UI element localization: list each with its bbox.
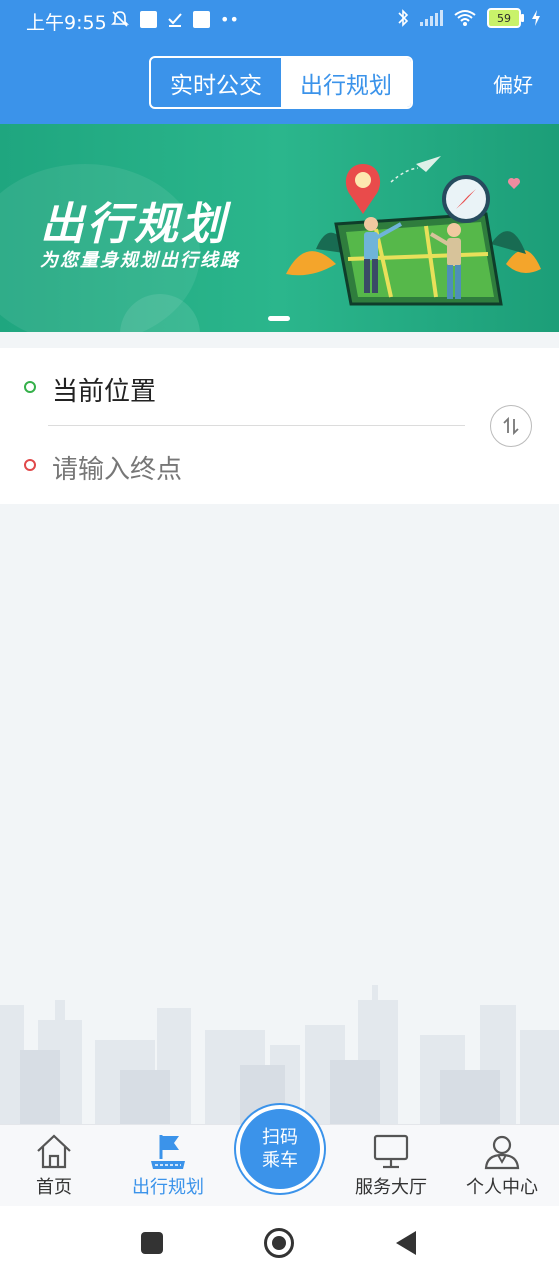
status-time: 上午9:55 (26, 12, 107, 34)
city-skyline-illustration (0, 985, 559, 1125)
swap-locations-button[interactable] (490, 405, 532, 447)
battery-indicator: 59 (487, 8, 524, 28)
banner-title: 出行规划 (40, 199, 228, 250)
more-dots-icon: •• (220, 9, 239, 29)
nav-label: 出行规划 (132, 1177, 204, 1198)
divider (48, 425, 465, 426)
destination-input[interactable]: 请输入终点 (52, 449, 182, 486)
recent-apps-icon[interactable] (141, 1232, 163, 1254)
map-people-illustration (286, 156, 541, 306)
flag-route-icon (151, 1135, 185, 1169)
home-icon (37, 1134, 71, 1169)
bluetooth-icon (398, 9, 409, 27)
nav-trip-planning[interactable]: 出行规划 (118, 1125, 218, 1207)
notification-square-icon (140, 10, 157, 28)
promo-banner[interactable]: 出行规划 为您量身规划出行线路 (0, 124, 559, 332)
nav-label: 个人中心 (466, 1177, 538, 1198)
nav-label: 首页 (36, 1177, 72, 1198)
tab-label: 实时公交 (170, 72, 262, 99)
end-point-dot-icon (24, 459, 36, 471)
scan-label-line1: 扫码 (262, 1127, 298, 1148)
battery-level: 59 (497, 11, 511, 25)
scan-label-line2: 乘车 (262, 1150, 298, 1171)
banner-page-indicator (268, 316, 290, 321)
nav-personal-center[interactable]: 个人中心 (452, 1125, 552, 1207)
monitor-icon (373, 1134, 409, 1169)
nav-service-hall[interactable]: 服务大厅 (341, 1125, 441, 1207)
tab-trip-planning[interactable]: 出行规划 (281, 58, 411, 107)
charging-icon (532, 10, 540, 26)
home-button-icon[interactable] (264, 1228, 294, 1258)
user-icon (484, 1135, 520, 1170)
nav-home[interactable]: 首页 (4, 1125, 104, 1207)
nav-label: 服务大厅 (355, 1177, 427, 1198)
scan-to-ride-button[interactable]: 扫码 乘车 (236, 1105, 324, 1193)
signal-icon (420, 10, 443, 26)
mute-bell-icon (111, 11, 129, 27)
status-notification-icons: •• (110, 9, 239, 29)
wifi-icon (454, 10, 476, 26)
check-download-icon (168, 13, 182, 27)
swap-arrows-icon (503, 416, 519, 436)
tab-label: 出行规划 (300, 72, 392, 99)
start-point-dot-icon (24, 381, 36, 393)
start-location-input[interactable]: 当前位置 (52, 371, 156, 408)
mode-tabs: 实时公交 出行规划 (149, 56, 413, 109)
route-input-card: 当前位置 请输入终点 (0, 348, 559, 504)
banner-subtitle: 为您量身规划出行线路 (40, 250, 240, 271)
status-system-icons: 59 (397, 8, 541, 28)
notification-square-icon (193, 10, 210, 28)
back-icon[interactable] (396, 1231, 416, 1255)
tab-realtime-bus[interactable]: 实时公交 (151, 58, 281, 107)
preference-button[interactable]: 偏好 (493, 69, 533, 98)
